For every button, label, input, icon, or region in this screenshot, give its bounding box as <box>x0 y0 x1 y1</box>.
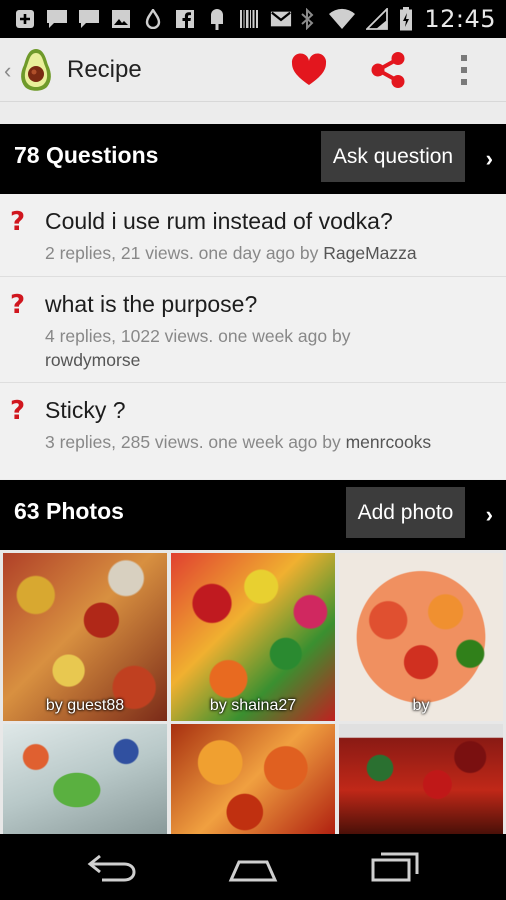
chat-bubble-icon <box>46 8 68 30</box>
photo-thumbnail[interactable] <box>171 724 335 834</box>
avocado-app-icon[interactable] <box>16 47 56 93</box>
question-mark-icon: ? <box>10 290 26 320</box>
gmail-icon <box>270 8 292 30</box>
divider <box>0 102 506 124</box>
status-time: 12:45 <box>424 5 496 33</box>
question-meta: 4 replies, 1022 views. one week ago by r… <box>45 324 425 372</box>
question-mark-icon: ? <box>10 396 26 426</box>
question-meta: 2 replies, 21 views. one day ago by Rage… <box>45 241 490 265</box>
question-title: Could i use rum instead of vodka? <box>45 208 393 234</box>
question-title: Sticky ? <box>45 397 126 423</box>
action-bar: ‹ Recipe <box>0 38 506 102</box>
question-title: what is the purpose? <box>45 291 258 317</box>
popsicle-icon <box>206 8 228 30</box>
heart-icon[interactable] <box>290 51 328 89</box>
system-status: 12:45 <box>296 0 496 38</box>
photo-caption: by shaina27 <box>209 697 297 714</box>
photo-thumbnail[interactable]: by shaina27 <box>171 553 335 721</box>
question-author[interactable]: RageMazza <box>323 243 416 263</box>
chevron-right-icon[interactable]: › <box>486 502 493 528</box>
signal-icon <box>366 8 389 30</box>
screen: 12:45 ‹ Recipe 78 Questions Ask question… <box>0 0 506 900</box>
notification-icons <box>0 8 292 30</box>
overflow-menu-icon[interactable] <box>455 53 475 87</box>
drop-icon <box>142 8 164 30</box>
photos-header: 63 Photos Add photo › <box>0 480 506 550</box>
photos-count: 63 Photos <box>14 498 124 524</box>
question-item[interactable]: ? what is the purpose? 4 replies, 1022 v… <box>0 277 506 383</box>
navigation-bar <box>0 834 506 900</box>
barcode-icon <box>238 8 260 30</box>
recents-icon[interactable] <box>365 846 425 888</box>
home-icon[interactable] <box>223 846 283 888</box>
photo-caption: by <box>412 697 430 714</box>
status-bar: 12:45 <box>0 0 506 38</box>
add-box-icon <box>14 8 36 30</box>
question-stats: 2 replies, 21 views. one day ago by <box>45 243 324 263</box>
ask-question-button[interactable]: Ask question <box>321 131 465 182</box>
wifi-icon <box>328 8 356 30</box>
question-author[interactable]: menrcooks <box>346 432 432 452</box>
facebook-icon <box>174 8 196 30</box>
questions-count: 78 Questions <box>14 142 159 168</box>
battery-charging-icon <box>398 7 414 31</box>
question-stats: 4 replies, 1022 views. one week ago by <box>45 326 351 346</box>
question-item[interactable]: ? Sticky ? 3 replies, 285 views. one wee… <box>0 383 506 479</box>
questions-header: 78 Questions Ask question › <box>0 124 506 194</box>
question-meta: 3 replies, 285 views. one week ago by me… <box>45 430 490 454</box>
photo-thumbnail[interactable]: by guest88 <box>3 553 167 721</box>
question-author[interactable]: rowdymorse <box>45 350 140 370</box>
photo-grid: by guest88 by shaina27 by <box>0 550 506 834</box>
add-photo-button[interactable]: Add photo <box>346 487 465 538</box>
back-icon[interactable] <box>82 846 142 888</box>
image-icon <box>110 8 132 30</box>
photo-thumbnail[interactable] <box>3 724 167 834</box>
chevron-right-icon[interactable]: › <box>486 146 493 172</box>
photo-thumbnail[interactable] <box>339 724 503 834</box>
questions-list: ? Could i use rum instead of vodka? 2 re… <box>0 194 506 479</box>
up-navigation-icon[interactable]: ‹ <box>4 58 11 84</box>
photo-thumbnail[interactable]: by <box>339 553 503 721</box>
share-icon[interactable] <box>370 51 406 89</box>
bluetooth-icon <box>296 8 318 30</box>
photo-caption: by guest88 <box>45 697 125 714</box>
page-title: Recipe <box>67 56 142 83</box>
question-item[interactable]: ? Could i use rum instead of vodka? 2 re… <box>0 194 506 277</box>
question-mark-icon: ? <box>10 207 26 237</box>
chat-bubble-icon <box>78 8 100 30</box>
question-stats: 3 replies, 285 views. one week ago by <box>45 432 346 452</box>
